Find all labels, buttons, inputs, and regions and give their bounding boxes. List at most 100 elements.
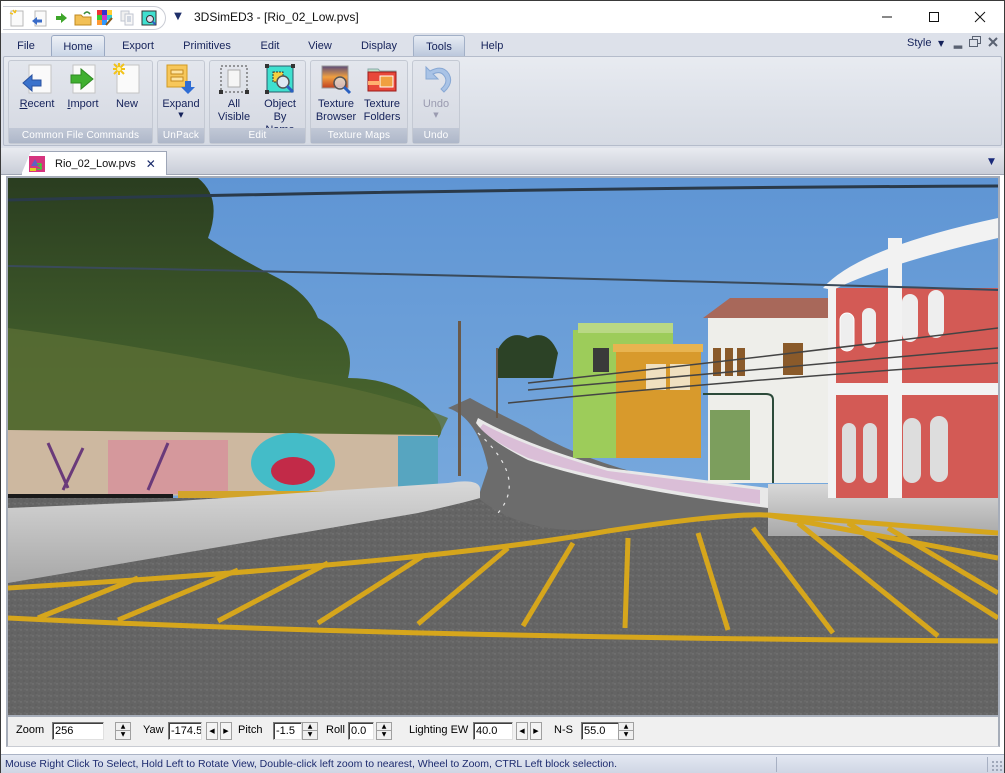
pitch-spinner[interactable]: ▲ ▼ — [302, 722, 318, 740]
tab-edit[interactable]: Edit — [251, 35, 289, 57]
resize-grip[interactable] — [991, 760, 1002, 771]
copy-icon — [120, 10, 133, 26]
document-tab[interactable]: 3 Rio_02_Low.pvs ✕ — [21, 151, 167, 175]
roll-spinner[interactable]: ▲ ▼ — [376, 722, 392, 740]
qat-new-button[interactable] — [7, 9, 26, 28]
qat-copy-button[interactable] — [117, 9, 136, 28]
yaw-label: Yaw — [143, 724, 164, 736]
utility-pole — [458, 321, 461, 476]
undo-button[interactable]: Undo ▼ — [414, 63, 458, 127]
restore-icon — [969, 36, 981, 47]
view-controls: Zoom 256 ▲ ▼ Yaw -174.5 ◀ ▶ Pitch -1.5 ▲ ▼… — [6, 717, 1000, 747]
close-icon — [988, 37, 998, 47]
ns-label: N-S — [554, 724, 573, 736]
spin-down-icon[interactable]: ▼ — [377, 731, 391, 739]
qat-object-by-name-button[interactable] — [139, 9, 158, 28]
yaw-input[interactable]: -174.5 — [168, 722, 202, 740]
group-undo: Undo ▼ Undo — [412, 60, 460, 144]
group-label: Undo — [413, 128, 459, 143]
tab-home[interactable]: Home — [51, 35, 105, 57]
spin-up-icon[interactable]: ▲ — [377, 723, 391, 731]
qat-import-button[interactable] — [51, 9, 70, 28]
graffiti-mouth — [271, 457, 315, 485]
texture-folders-button[interactable]: Texture Folders — [360, 63, 404, 127]
white-building — [703, 298, 830, 483]
open-folder-icon — [74, 11, 91, 26]
group-label: Texture Maps — [311, 128, 407, 143]
group-label: Common File Commands — [9, 128, 152, 143]
object-by-name-icon — [265, 64, 295, 94]
all-visible-line1: All — [227, 98, 241, 110]
pitch-input[interactable]: -1.5 — [273, 722, 302, 740]
tab-export[interactable]: Export — [113, 35, 163, 57]
undo-icon — [425, 65, 452, 93]
tab-help[interactable]: Help — [473, 35, 511, 57]
mdi-close-button[interactable] — [986, 36, 1000, 50]
mdi-minimize-button[interactable]: ▂ — [951, 36, 965, 50]
all-visible-button[interactable]: All Visible — [212, 63, 256, 127]
group-texture-maps: Texture Browser Texture Folders Texture Ma… — [310, 60, 408, 144]
spin-up-icon[interactable]: ▲ — [619, 723, 633, 731]
expand-button[interactable]: Expand ▼ — [159, 63, 203, 127]
minimize-button[interactable] — [864, 1, 910, 32]
close-button[interactable] — [957, 1, 1003, 32]
lighting-ew-input[interactable]: 40.0 — [473, 722, 513, 740]
document-list-dropdown-icon[interactable]: ▼ — [988, 157, 995, 167]
qat-recent-button[interactable] — [29, 9, 48, 28]
new-icon — [113, 63, 140, 94]
zoom-input[interactable]: 256 — [52, 722, 104, 740]
qat-palette-button[interactable] — [95, 9, 114, 28]
qat-customize-dropdown[interactable]: ▼ — [173, 10, 183, 24]
texture-browser-button[interactable]: Texture Browser — [314, 63, 358, 127]
zoom-spinner[interactable]: ▲ ▼ — [115, 722, 131, 740]
yaw-right-button[interactable]: ▶ — [220, 722, 232, 740]
expand-dropdown-icon[interactable]: ▼ — [159, 111, 203, 119]
mdi-restore-button[interactable] — [968, 36, 982, 50]
ns-spinner[interactable]: ▲ ▼ — [618, 722, 634, 740]
3d-viewport[interactable] — [8, 178, 998, 715]
new-label: New — [115, 98, 138, 110]
minimize-icon — [882, 16, 892, 17]
zoom-label: Zoom — [16, 724, 45, 736]
distant-tree — [496, 335, 558, 378]
style-menu[interactable]: Style — [907, 37, 931, 49]
pitch-label: Pitch — [238, 724, 263, 736]
new-button[interactable]: New — [105, 63, 149, 127]
quick-access-toolbar — [3, 6, 166, 30]
undo-dropdown-icon[interactable]: ▼ — [414, 111, 458, 119]
yaw-left-button[interactable]: ◀ — [206, 722, 218, 740]
lighting-ew-right-button[interactable]: ▶ — [530, 722, 542, 740]
import-button[interactable]: Import — [61, 63, 105, 127]
spin-down-icon[interactable]: ▼ — [619, 731, 633, 739]
tab-view[interactable]: View — [301, 35, 339, 57]
tab-primitives[interactable]: Primitives — [175, 35, 239, 57]
spin-up-icon[interactable]: ▲ — [116, 723, 130, 731]
document-tab-bar: 3 Rio_02_Low.pvs ✕ ▼ — [1, 148, 1004, 175]
expand-icon — [166, 64, 195, 94]
recent-button[interactable]: Recent — [15, 63, 59, 127]
roll-input[interactable]: 0.0 — [348, 722, 374, 740]
tab-tools[interactable]: Tools — [413, 35, 465, 57]
new-icon — [9, 9, 23, 27]
ns-input[interactable]: 55.0 — [581, 722, 619, 740]
lighting-ew-left-button[interactable]: ◀ — [516, 722, 528, 740]
maximize-button[interactable] — [911, 1, 957, 32]
spin-down-icon[interactable]: ▼ — [303, 731, 317, 739]
tab-display[interactable]: Display — [353, 35, 405, 57]
ribbon-tabs: File Home Export Primitives Edit View Di… — [1, 33, 1004, 57]
status-bar: Mouse Right Click To Select, Hold Left t… — [1, 754, 1004, 773]
qat-open-button[interactable] — [73, 9, 92, 28]
style-dropdown-icon[interactable]: ▼ — [938, 39, 944, 48]
object-by-name-icon — [141, 10, 156, 26]
texture-folders-line2: Folders — [363, 111, 401, 123]
title-bar: ▼ 3DSimED3 - [Rio_02_Low.pvs] — [1, 1, 1004, 33]
recent-icon — [31, 10, 46, 27]
group-common-file-commands: Recent Import New Common File Commands — [8, 60, 153, 144]
ribbon-panel-home: Recent Import New Common File Commands E… — [3, 56, 1002, 146]
spin-down-icon[interactable]: ▼ — [116, 731, 130, 739]
svg-text:3: 3 — [36, 162, 43, 172]
tab-file[interactable]: File — [9, 35, 43, 57]
document-tab-close-icon[interactable]: ✕ — [146, 157, 156, 171]
object-by-name-button[interactable]: ObjectBy Name — [258, 63, 302, 136]
spin-up-icon[interactable]: ▲ — [303, 723, 317, 731]
